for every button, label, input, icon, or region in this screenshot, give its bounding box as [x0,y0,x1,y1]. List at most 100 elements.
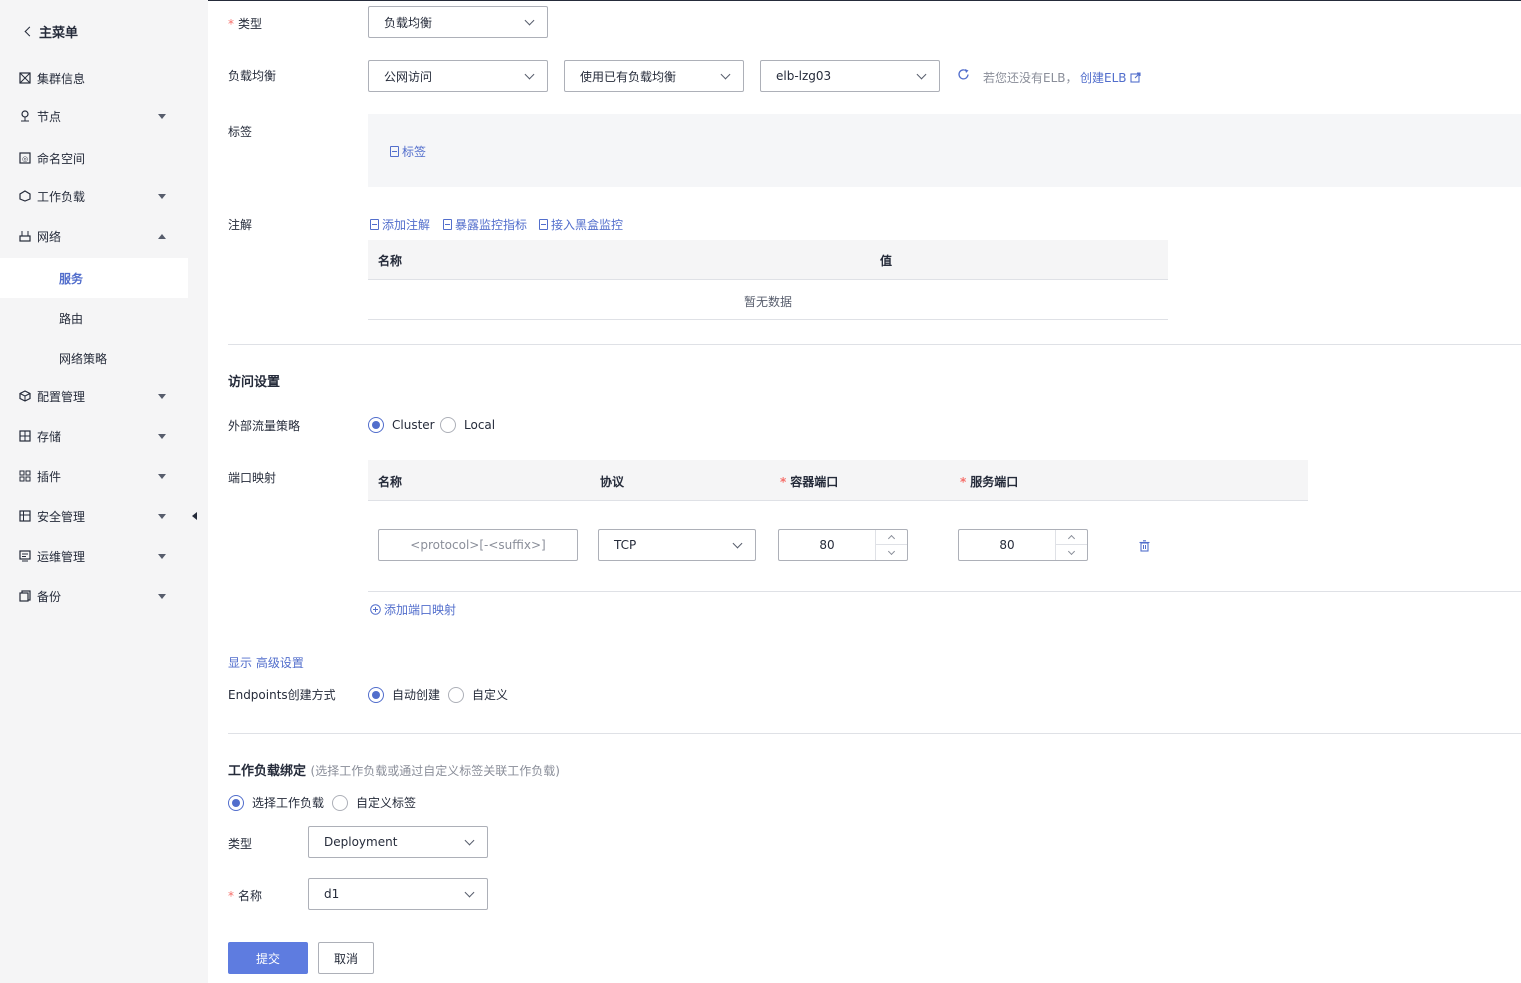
access-settings-title: 访问设置 [228,375,281,390]
radio-checked-icon [368,417,384,433]
radio-select-workload[interactable]: 选择工作负载 [228,794,324,811]
sidebar-item-cluster-info[interactable]: 集群信息 [0,58,188,98]
lb-mode-select[interactable]: 使用已有负载均衡 [564,60,744,92]
endpoints-label: Endpoints创建方式 [228,688,336,702]
sidebar-subitem-route[interactable]: 路由 [0,298,188,338]
caret-up-icon [158,234,166,239]
sidebar-item-ops[interactable]: 运维管理 [0,536,188,576]
sidebar-item-plugins[interactable]: 插件 [0,456,188,496]
sidebar-item-config[interactable]: 配置管理 [0,376,188,416]
container-port-stepper[interactable]: 80 [778,529,908,561]
blackbox-monitor-label: 接入黑盒监控 [551,218,624,232]
lb-instance-select[interactable]: elb-lzg03 [760,60,940,92]
empty-state: 暂无数据 [744,295,793,309]
chevron-up-icon [1067,534,1076,543]
create-elb-link[interactable]: 创建ELB [1080,69,1141,86]
sidebar-item-network[interactable]: 网络 [0,216,188,256]
radio-custom-endpoints[interactable]: 自定义 [448,686,508,703]
blackbox-monitor-link[interactable]: 接入黑盒监控 [539,216,623,233]
workload-binding-subtitle: (选择工作负载或通过自定义标签关联工作负载) [310,764,560,778]
radio-unchecked-icon [332,795,348,811]
doc-icon [370,219,379,230]
lb-access-value: 公网访问 [384,69,433,84]
add-tag-link[interactable]: 标签 [390,143,426,160]
sidebar-item-label: 备份 [37,589,62,604]
port-row-border [368,591,1521,592]
workload-type-select[interactable]: Deployment [308,826,488,858]
add-port-mapping-label: 添加端口映射 [384,603,457,617]
port-name-placeholder: <protocol>[-<suffix>] [410,538,546,552]
chevron-down-icon [464,887,475,898]
sidebar-collapse-handle[interactable] [188,476,200,556]
back-to-main-menu[interactable]: 主菜单 [22,22,78,41]
service-port-stepper[interactable]: 80 [958,529,1088,561]
lb-mode-value: 使用已有负载均衡 [580,69,677,84]
section-divider [228,344,1521,345]
expose-metrics-link[interactable]: 暴露监控指标 [443,216,527,233]
doc-icon [443,219,452,230]
workload-name-select[interactable]: d1 [308,878,488,910]
increment-button[interactable] [1056,530,1087,545]
submit-button[interactable]: 提交 [228,942,308,974]
radio-custom-label-text: 自定义标签 [356,796,417,810]
add-tag-label: 标签 [402,145,427,159]
sidebar-item-label: 运维管理 [37,549,86,564]
sidebar-item-workload[interactable]: 工作负载 [0,176,188,216]
storage-icon [19,430,31,442]
sidebar-item-label: 集群信息 [37,71,86,86]
radio-cluster-label: Cluster [392,418,435,432]
node-icon [19,110,31,122]
radio-checked-icon [368,687,384,703]
workload-type-value: Deployment [324,835,398,849]
chevron-down-icon [524,15,535,26]
refresh-icon[interactable] [957,68,970,84]
radio-checked-icon [228,795,244,811]
decrement-button[interactable] [876,545,907,560]
cancel-button[interactable]: 取消 [318,942,374,974]
toggle-advanced-link[interactable]: 显示 高级设置 [228,654,304,671]
back-label: 主菜单 [39,26,79,41]
radio-local-label: Local [464,418,496,432]
add-annotation-link[interactable]: 添加注解 [370,216,430,233]
increment-button[interactable] [876,530,907,545]
service-type-value: 负载均衡 [384,15,433,30]
chevron-up-icon [887,534,896,543]
sidebar-item-security[interactable]: 安全管理 [0,496,188,536]
decrement-button[interactable] [1056,545,1087,560]
doc-icon [390,146,399,157]
workload-icon [19,190,31,202]
chevron-down-icon [1067,547,1076,555]
radio-cluster[interactable]: Cluster [368,417,435,433]
radio-custom-endpoints-label: 自定义 [472,688,509,702]
port-table-header: 名称 协议 * 容器端口 * 服务端口 [368,460,1308,501]
service-port-value[interactable]: 80 [959,530,1055,560]
network-icon [19,230,31,242]
config-icon [19,390,31,402]
namespace-icon: ◎ [19,152,31,164]
service-type-select[interactable]: 负载均衡 [368,6,548,38]
sidebar-item-namespace[interactable]: ◎ 命名空间 [0,138,188,178]
container-port-value[interactable]: 80 [779,530,875,560]
sidebar-item-backup[interactable]: 备份 [0,576,188,616]
lb-access-select[interactable]: 公网访问 [368,60,548,92]
sidebar-item-storage[interactable]: 存储 [0,416,188,456]
port-name-input[interactable]: <protocol>[-<suffix>] [378,529,578,561]
radio-auto-create[interactable]: 自动创建 [368,686,440,703]
tags-label: 标签 [228,125,253,139]
tags-box [368,114,1521,187]
chevron-down-icon [464,835,475,846]
sidebar-subitem-service[interactable]: 服务 [0,258,188,298]
lb-hint: 若您还没有ELB， [983,71,1078,85]
port-mapping-label: 端口映射 [228,471,277,485]
sidebar-item-nodes[interactable]: 节点 [0,96,188,136]
col-container-port: * 容器端口 [780,473,838,490]
sidebar-subitem-network-policy[interactable]: 网络策略 [0,338,188,378]
col-container-port-text: 容器端口 [790,475,839,489]
add-port-mapping-link[interactable]: 添加端口映射 [370,601,456,618]
radio-custom-label[interactable]: 自定义标签 [332,794,416,811]
delete-icon[interactable] [1139,540,1150,555]
protocol-select[interactable]: TCP [598,529,756,561]
caret-down-icon [158,474,166,479]
radio-local[interactable]: Local [440,417,495,433]
caret-down-icon [158,394,166,399]
